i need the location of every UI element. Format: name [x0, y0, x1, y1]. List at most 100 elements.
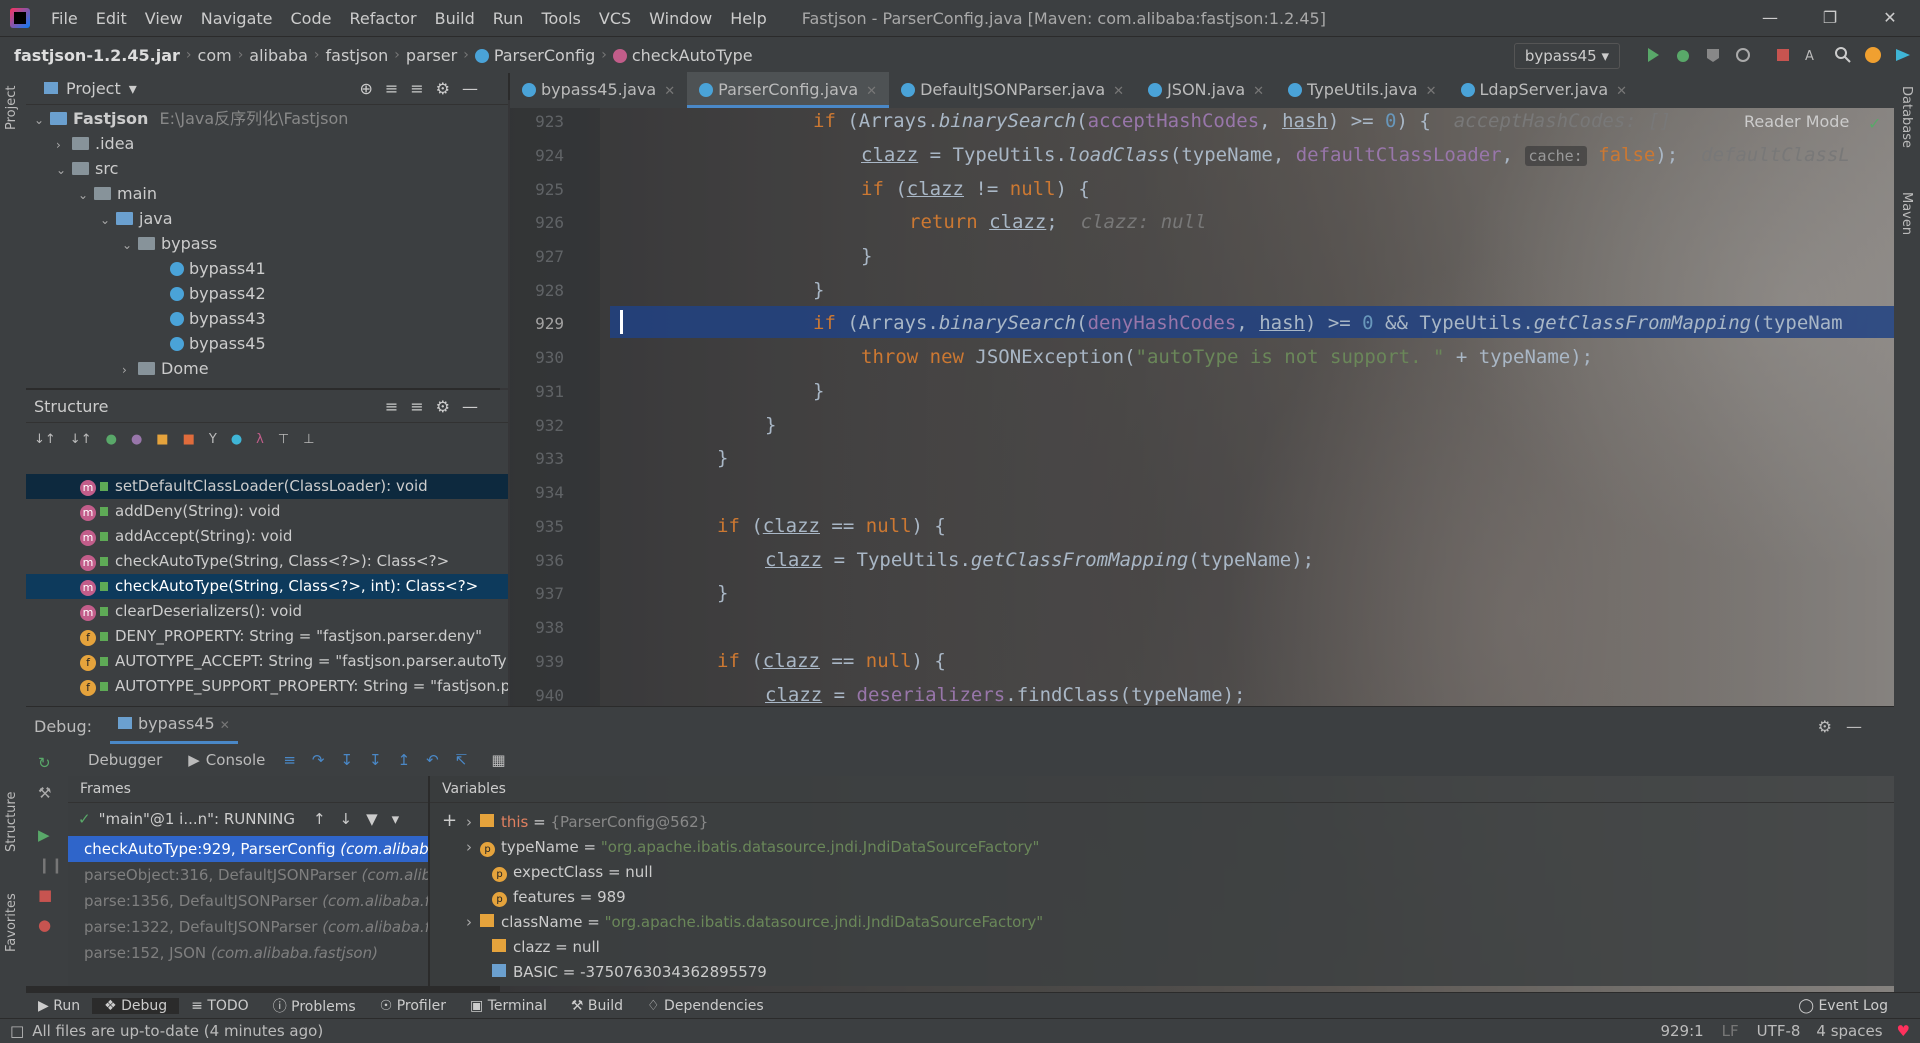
frame-row[interactable]: checkAutoType:929, ParserConfig (com.ali… [68, 836, 428, 862]
tab-bypass45[interactable]: bypass45.java ✕ [510, 72, 687, 108]
profile-icon[interactable] [1734, 46, 1752, 64]
menu-help[interactable]: Help [721, 9, 775, 28]
step-controls[interactable]: ≡↷↧↧↥↶↸ [283, 751, 483, 769]
menu-view[interactable]: View [136, 9, 192, 28]
inherited-icon[interactable]: ● [106, 432, 117, 447]
tree-item-main[interactable]: ⌄ main [78, 181, 157, 206]
menu-tools[interactable]: Tools [532, 9, 589, 28]
crumb-class[interactable]: ParserConfig [469, 46, 601, 65]
tree-item-bypass42[interactable]: bypass42 [170, 281, 266, 306]
variable-row[interactable]: p features = 989 [492, 885, 626, 910]
tree-item-bypass43[interactable]: bypass43 [170, 306, 266, 331]
toolwindow-dependencies[interactable]: ♢ Dependencies [635, 998, 776, 1014]
tree-item-bypass[interactable]: ⌄ bypass [122, 231, 217, 256]
reader-mode-button[interactable]: Reader Mode [1744, 112, 1849, 131]
favorites-tool-label[interactable]: Favorites [4, 893, 19, 952]
close-icon[interactable]: ✕ [866, 84, 877, 99]
filter-icon[interactable]: Y [209, 432, 217, 447]
crumb-jar[interactable]: fastjson-1.2.45.jar [0, 46, 186, 65]
properties-icon[interactable]: ● [131, 432, 142, 447]
variable-row[interactable]: › this = {ParserConfig@562} [466, 810, 708, 835]
structure-item[interactable]: m setDefaultClassLoader(ClassLoader): voi… [80, 474, 428, 499]
variable-row[interactable]: › p typeName = "org.apache.ibatis.datasour… [466, 835, 1039, 860]
tab-ldapserver[interactable]: LdapServer.java ✕ [1449, 72, 1640, 108]
event-log-button[interactable]: ◯ Event Log [1786, 998, 1900, 1014]
pause-icon[interactable]: ❙❙ [38, 856, 63, 874]
rerun-icon[interactable]: ↻ [38, 754, 51, 772]
close-icon[interactable]: ✕ [220, 718, 230, 732]
debug-header-actions[interactable]: ⚙— [1818, 717, 1876, 736]
close-icon[interactable]: ✕ [1860, 0, 1920, 36]
file-encoding[interactable]: UTF-8 [1757, 1022, 1801, 1040]
notification-icon[interactable]: ♥ [1897, 1022, 1910, 1040]
add-watch-icon[interactable]: + [442, 810, 457, 831]
collapse-icon[interactable]: ⊥ [303, 432, 314, 447]
restore-icon[interactable]: ❐ [1800, 0, 1860, 36]
expand-icon[interactable]: ⊤ [278, 432, 289, 447]
close-icon[interactable]: ✕ [1113, 84, 1124, 99]
stop-icon[interactable]: ■ [38, 886, 52, 904]
variable-row[interactable]: › className = "org.apache.ibatis.datasour… [466, 910, 1043, 935]
tab-parserconfig[interactable]: ParserConfig.java ✕ [687, 72, 890, 108]
menu-build[interactable]: Build [426, 9, 484, 28]
toolbox-icon[interactable] [1894, 46, 1912, 64]
frame-row[interactable]: parseObject:316, DefaultJSONParser (com.… [68, 862, 428, 888]
database-tool-label[interactable]: Database [1899, 86, 1914, 148]
menu-file[interactable]: File [42, 9, 87, 28]
debug-session-tab[interactable]: bypass45 ✕ [110, 708, 238, 744]
structure-item[interactable]: f AUTOTYPE_SUPPORT_PROPERTY: String = "fa… [80, 674, 508, 699]
menu-code[interactable]: Code [282, 9, 341, 28]
close-icon[interactable]: ✕ [1253, 84, 1264, 99]
indent-setting[interactable]: 4 spaces [1816, 1022, 1882, 1040]
settings-icon[interactable]: ⚒ [38, 784, 51, 802]
run-icon[interactable] [1644, 46, 1662, 64]
menu-edit[interactable]: Edit [87, 9, 136, 28]
close-icon[interactable]: ✕ [1426, 84, 1437, 99]
crumb-alibaba[interactable]: alibaba [243, 46, 314, 65]
toolwindow-build[interactable]: ⚒ Build [559, 998, 635, 1014]
menu-run[interactable]: Run [484, 9, 533, 28]
variable-row[interactable]: p expectClass = null [492, 860, 653, 885]
tab-json[interactable]: JSON.java ✕ [1136, 72, 1276, 108]
fields-icon[interactable]: ■ [156, 432, 168, 447]
tab-typeutils[interactable]: TypeUtils.java ✕ [1276, 72, 1448, 108]
variable-row[interactable]: BASIC = -3750763034362895579 [492, 960, 767, 985]
variable-row[interactable]: clazz = null [492, 935, 600, 960]
resume-icon[interactable]: ▶ [38, 826, 50, 844]
lambda-icon[interactable]: λ [256, 432, 264, 447]
close-icon[interactable]: ✕ [664, 84, 675, 99]
update-icon[interactable] [1864, 46, 1882, 64]
search-icon[interactable] [1834, 46, 1852, 64]
panel-actions[interactable]: ⊕≡≡⚙— [359, 79, 490, 98]
structure-item[interactable]: m addDeny(String): void [80, 499, 280, 524]
menu-window[interactable]: Window [640, 9, 721, 28]
minimize-icon[interactable]: — [1740, 0, 1800, 36]
sort-alpha-icon[interactable]: ↓↑ [34, 432, 56, 447]
evaluate-icon[interactable]: ▦ [491, 751, 505, 769]
tree-item-dome[interactable]: › Dome [122, 356, 209, 381]
thread-select[interactable]: ✓ "main"@1 i...n": RUNNING ↑↓▼▾ [68, 804, 428, 834]
crumb-method[interactable]: checkAutoType [607, 46, 759, 65]
crumb-fastjson[interactable]: fastjson [320, 46, 395, 65]
toolwindow-terminal[interactable]: ▣ Terminal [458, 998, 559, 1014]
anonymous-icon[interactable]: ● [231, 432, 242, 447]
toolwindow-todo[interactable]: ≡ TODO [179, 998, 261, 1014]
toolwindow-problems[interactable]: ⓘ Problems [261, 996, 368, 1016]
toolwindow-debug[interactable]: ❖ Debug [92, 998, 180, 1014]
thread-actions[interactable]: ↑↓▼▾ [313, 810, 413, 828]
project-panel-title[interactable]: Project [66, 79, 121, 98]
coverage-icon[interactable] [1704, 46, 1722, 64]
structure-tool-label[interactable]: Structure [4, 792, 19, 852]
menu-navigate[interactable]: Navigate [192, 9, 282, 28]
chevron-down-icon[interactable]: ▾ [129, 79, 137, 98]
tab-console[interactable]: Console [200, 751, 272, 769]
close-icon[interactable]: ✕ [1616, 84, 1627, 99]
structure-item-selected[interactable]: m checkAutoType(String, Class<?>, int): C… [80, 574, 478, 599]
structure-item[interactable]: m checkAutoType(String, Class<?>): Class<… [80, 549, 449, 574]
project-tool-label[interactable]: Project [4, 86, 19, 130]
toolwindow-profiler[interactable]: ☉ Profiler [368, 998, 458, 1014]
tree-item-bypass41[interactable]: bypass41 [170, 256, 266, 281]
run-config-select[interactable]: bypass45 ▾ [1513, 43, 1620, 69]
line-separator[interactable]: LF [1722, 1022, 1739, 1040]
tree-root[interactable]: ⌄ Fastjson E:\Java反序列化\Fastjson [34, 106, 348, 131]
